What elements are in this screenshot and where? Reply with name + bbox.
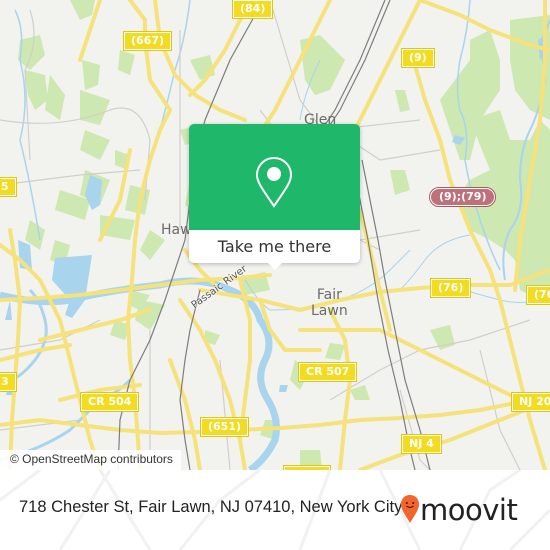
route-shield-partial-3: 3 xyxy=(0,372,17,392)
route-shield-9: (9) xyxy=(401,48,435,68)
route-shield-9-79: (9);(79) xyxy=(428,187,497,207)
route-shield-651: (651) xyxy=(199,417,250,437)
route-shield-cr-507: CR 507 xyxy=(297,362,358,382)
route-shield-76-east: (76) xyxy=(525,285,550,305)
moovit-pin-icon xyxy=(401,495,419,523)
map-attribution[interactable]: © OpenStreetMap contributors xyxy=(0,450,181,470)
popup-header[interactable] xyxy=(189,124,360,230)
footer-bar: 718 Chester St, Fair Lawn, NJ 07410, New… xyxy=(0,470,550,550)
route-shield-cr-504: CR 504 xyxy=(79,392,140,412)
place-label-haw: Haw xyxy=(161,222,192,238)
map-pin-icon xyxy=(255,156,293,208)
route-shield-667: (667) xyxy=(122,31,173,51)
route-shield-partial-5: 5 xyxy=(0,177,17,197)
address-text: 718 Chester St, Fair Lawn, NJ 07410, New… xyxy=(19,498,403,516)
location-popup[interactable]: Take me there xyxy=(189,124,360,270)
moovit-wordmark: moovit xyxy=(420,493,518,527)
place-label-fair-lawn: Fair Lawn xyxy=(311,287,348,319)
route-shield-nj-208: NJ 208 xyxy=(510,392,550,412)
route-shield-76: (76) xyxy=(429,278,472,298)
take-me-there-button[interactable]: Take me there xyxy=(189,230,360,263)
route-shield-nj-4: NJ 4 xyxy=(401,434,442,454)
route-shield-84: (84) xyxy=(231,0,274,19)
map-view[interactable]: (84) (667) (9) (9);(79) (76) (76) CR 507… xyxy=(0,0,550,470)
popup-pointer xyxy=(267,262,283,270)
